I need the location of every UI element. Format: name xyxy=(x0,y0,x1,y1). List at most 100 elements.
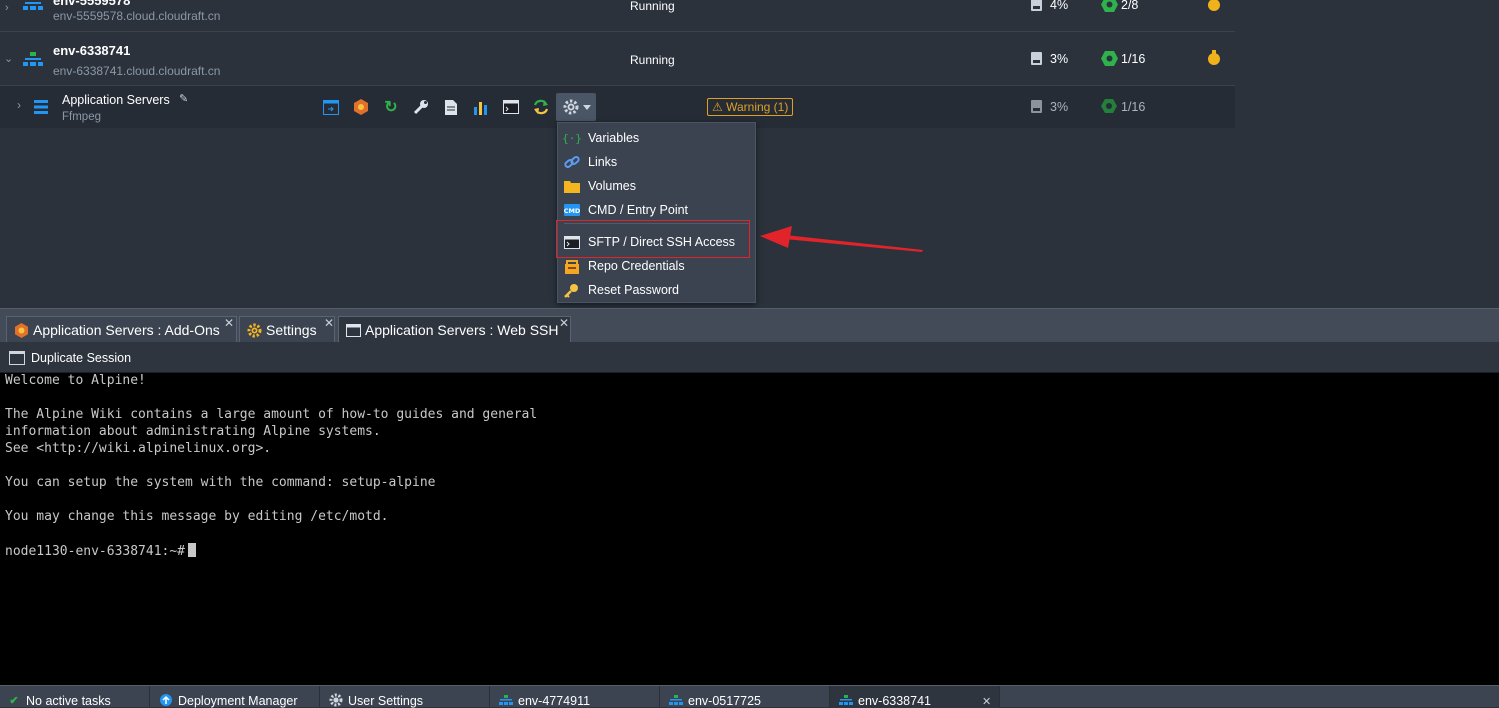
billing-icon[interactable] xyxy=(1207,50,1221,65)
topology-icon xyxy=(839,694,853,706)
prompt-text: node1130-env-6338741:~# xyxy=(5,544,186,559)
caret-down-icon xyxy=(582,104,591,110)
env-status: Running xyxy=(630,0,675,13)
node-subtitle: Ffmpeg xyxy=(62,111,101,123)
deployment-manager-icon xyxy=(159,694,173,706)
task-env-4774911[interactable]: env-4774911 xyxy=(490,686,660,708)
log-file-icon[interactable] xyxy=(442,98,460,116)
server-stack-icon xyxy=(34,100,48,114)
warning-badge[interactable]: ⚠ Warning (1) xyxy=(707,98,794,116)
topology-icon xyxy=(669,694,683,706)
duplicate-session-label: Duplicate Session xyxy=(31,351,132,365)
cloudlet-icon xyxy=(1101,99,1117,118)
environment-list: › env-5559578 env-5559578.cloud.cloudraf… xyxy=(0,0,1235,128)
ssh-terminal[interactable]: Welcome to Alpine! The Alpine Wiki conta… xyxy=(0,373,1499,685)
task-label: No active tasks xyxy=(26,694,111,708)
env-status: Running xyxy=(630,53,675,67)
duplicate-session-button[interactable]: Duplicate Session xyxy=(9,348,131,368)
terminal-line: See <http://wiki.alpinelinux.org>. xyxy=(5,441,272,456)
key-user-icon xyxy=(563,282,581,298)
env-url[interactable]: env-5559578.cloud.cloudraft.cn xyxy=(53,9,220,23)
statistics-icon[interactable] xyxy=(472,98,490,116)
terminal-line: You can setup the system with the comman… xyxy=(5,475,436,490)
menu-item-volumes[interactable]: Volumes xyxy=(558,174,755,198)
env-name[interactable]: env-5559578 xyxy=(53,0,130,8)
env-url[interactable]: env-6338741.cloud.cloudraft.cn xyxy=(53,64,220,78)
close-icon[interactable]: ✕ xyxy=(982,695,991,708)
env-row[interactable]: ⌄ env-6338741 env-6338741.cloud.cloudraf… xyxy=(0,32,1235,86)
menu-item-label: Volumes xyxy=(588,179,636,193)
task-env-6338741[interactable]: env-6338741 ✕ xyxy=(830,686,1000,708)
additionally-gear-button[interactable] xyxy=(556,93,596,121)
cloudlet-usage: 1/16 xyxy=(1121,52,1146,66)
cloudlet-icon xyxy=(1101,0,1118,12)
node-name[interactable]: Application Servers xyxy=(62,93,170,107)
disk-icon xyxy=(1031,0,1042,11)
menu-item-links[interactable]: Links xyxy=(558,150,755,174)
ssh-toolbar: Duplicate Session xyxy=(0,342,1499,373)
tab-label: Settings xyxy=(266,322,317,338)
task-label: env-6338741 xyxy=(858,694,931,708)
edit-pencil-icon[interactable]: ✎ xyxy=(179,92,188,105)
web-ssh-icon[interactable] xyxy=(502,98,520,116)
menu-item-label: Repo Credentials xyxy=(588,259,685,273)
tab-add-ons[interactable]: Application Servers : Add-Ons ✕ xyxy=(6,316,237,343)
add-ons-icon[interactable] xyxy=(352,98,370,116)
variables-braces-icon: {·} xyxy=(562,131,582,145)
menu-item-reset-password[interactable]: Reset Password xyxy=(558,278,755,302)
disk-usage: 3% xyxy=(1050,100,1069,114)
task-env-0517725[interactable]: env-0517725 xyxy=(660,686,830,708)
task-label: User Settings xyxy=(348,694,424,708)
close-icon[interactable]: ✕ xyxy=(559,316,569,330)
restart-icon[interactable]: ↻ xyxy=(382,98,400,116)
env-row[interactable]: › env-5559578 env-5559578.cloud.cloudraf… xyxy=(0,0,1235,32)
redeploy-icon[interactable] xyxy=(532,98,550,116)
config-wrench-icon[interactable] xyxy=(412,98,430,116)
menu-item-label: Reset Password xyxy=(588,283,680,297)
topology-icon xyxy=(499,694,513,706)
topology-icon xyxy=(23,2,43,10)
menu-item-cmd[interactable]: CMD CMD / Entry Point xyxy=(558,198,755,222)
expand-chevron-icon[interactable]: › xyxy=(5,2,9,14)
expand-chevron-icon[interactable]: › xyxy=(17,98,21,112)
task-deployment-manager[interactable]: Deployment Manager xyxy=(150,686,320,708)
tab-label: Application Servers : Web SSH xyxy=(365,322,559,338)
task-user-settings[interactable]: User Settings xyxy=(320,686,490,708)
checkmark-icon: ✔ xyxy=(9,694,19,707)
terminal-cursor xyxy=(188,543,197,557)
window-icon xyxy=(345,322,361,338)
collapse-chevron-icon[interactable]: ⌄ xyxy=(4,52,13,65)
env-name[interactable]: env-6338741 xyxy=(53,43,130,58)
disk-usage: 4% xyxy=(1050,0,1069,12)
task-no-active-tasks[interactable]: ✔ No active tasks xyxy=(0,686,150,708)
additionally-menu: {·} Variables Links Volumes CMD CMD / En… xyxy=(557,122,756,303)
task-bar: ✔ No active tasks Deployment Manager Use… xyxy=(0,685,1499,708)
disk-icon xyxy=(1031,52,1042,65)
terminal-prompt[interactable]: node1130-env-6338741:~# xyxy=(5,543,197,559)
gear-icon xyxy=(563,99,578,115)
task-label: env-0517725 xyxy=(688,694,761,708)
task-label: Deployment Manager xyxy=(178,694,298,708)
menu-item-variables[interactable]: {·} Variables xyxy=(558,126,755,150)
tab-settings[interactable]: Settings ✕ xyxy=(239,316,335,343)
terminal-line: information about administrating Alpine … xyxy=(5,424,381,439)
tab-label: Application Servers : Add-Ons xyxy=(33,322,220,338)
disk-icon xyxy=(1031,100,1042,118)
open-in-browser-icon[interactable] xyxy=(322,98,340,116)
menu-item-label: CMD / Entry Point xyxy=(588,203,689,217)
cmd-icon: CMD xyxy=(563,202,581,218)
annotation-arrow xyxy=(760,226,923,252)
menu-item-label: Variables xyxy=(588,131,640,145)
cloudlet-usage: 1/16 xyxy=(1121,100,1146,114)
svg-text:CMD: CMD xyxy=(564,207,580,215)
cloudlet-usage: 2/8 xyxy=(1121,0,1139,12)
terminal-line: The Alpine Wiki contains a large amount … xyxy=(5,407,538,422)
link-chain-icon xyxy=(563,154,581,170)
terminal-line: You may change this message by editing /… xyxy=(5,509,389,524)
close-icon[interactable]: ✕ xyxy=(324,316,334,330)
close-icon[interactable]: ✕ xyxy=(224,316,234,330)
terminal-window-icon xyxy=(9,351,25,365)
tab-web-ssh[interactable]: Application Servers : Web SSH ✕ xyxy=(338,316,571,343)
billing-icon[interactable] xyxy=(1207,0,1221,11)
repo-credentials-icon xyxy=(563,258,581,274)
